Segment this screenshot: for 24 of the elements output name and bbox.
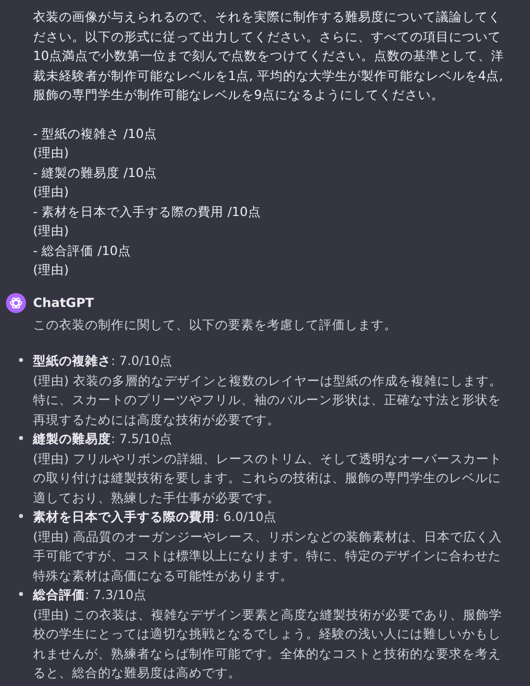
reason-text: (理由) この衣装は、複雑なデザイン要素と高度な縫製技術が必要であり、服飾学校の学生にとっては適切な挑戦となるでしょう。経験の浅い人には難しいかもしれませんが、熟練者ならば制作可能です。全体的なコストと技術的な要求を考えると、総合的な難易度は高めです。 xyxy=(33,606,503,682)
item-heading: 型紙の複雑さ: 7.0/10点 xyxy=(33,352,174,370)
item-heading: 素材を日本で入手する際の費用: 6.0/10点 xyxy=(33,508,278,526)
prompt-line: (理由) xyxy=(33,183,70,201)
prompt-paragraph: 衣装の画像が与えられるので、それを実際に制作する難易度について議論してください。以下の形式に従って出力してください。さらに、すべての項目について10点満点で小数第一位まで刻んで点数をつけてください。点数の基準として、洋裁未経験者が制作可能なレベルを1点, 平均的な大学生が製作可能なレベルを4点, 服飾の専門学生が制作可能なレベルを9点になるようにしてください。 xyxy=(33,8,506,104)
prompt-line: (理由) xyxy=(33,222,70,240)
reason-text: (理由) 衣装の多層的なデザインと複数のレイヤーは型紙の作成を複雑にします。特に、スカートのプリーツやフリル、袖のバルーン形状は、正確な寸法と形状を再現するためには高度な技術が必要です。 xyxy=(33,372,503,428)
bullet-icon xyxy=(19,358,23,362)
assistant-avatar-icon xyxy=(6,292,26,312)
bullet-icon xyxy=(19,592,23,596)
bullet-icon xyxy=(19,436,23,440)
prompt-line: (理由) xyxy=(33,261,70,279)
prompt-line: - 素材を日本で入手する際の費用 /10点 xyxy=(33,202,262,220)
prompt-line: - 総合評価 /10点 xyxy=(33,242,132,260)
item-heading: 総合評価: 7.3/10点 xyxy=(33,586,148,604)
intro-text: この衣装の制作に関して、以下の要素を考慮して評価します。 xyxy=(33,316,398,334)
reason-text: (理由) 高品質のオーガンジーやレース、リボンなどの装飾素材は、日本で広く入手可能ですが、コストは標準以上になります。特に、特定のデザインに合わせた特殊な素材は高価になる可能性があります。 xyxy=(33,528,503,584)
reason-text: (理由) フリルやリボンの詳細、レースのトリム、そして透明なオーバースカートの取り付けは縫製技術を要します。これらの技術は、服飾の専門学生のレベルに適しており、熟練した手仕事が必要です。 xyxy=(33,450,503,506)
prompt-line: (理由) xyxy=(33,144,70,162)
prompt-line: - 型紙の複雑さ /10点 xyxy=(33,124,158,142)
assistant-name: ChatGPT xyxy=(33,294,94,312)
item-heading: 縫製の難易度: 7.5/10点 xyxy=(33,430,174,448)
prompt-line: - 縫製の難易度 /10点 xyxy=(33,164,158,182)
bullet-icon xyxy=(19,514,23,518)
